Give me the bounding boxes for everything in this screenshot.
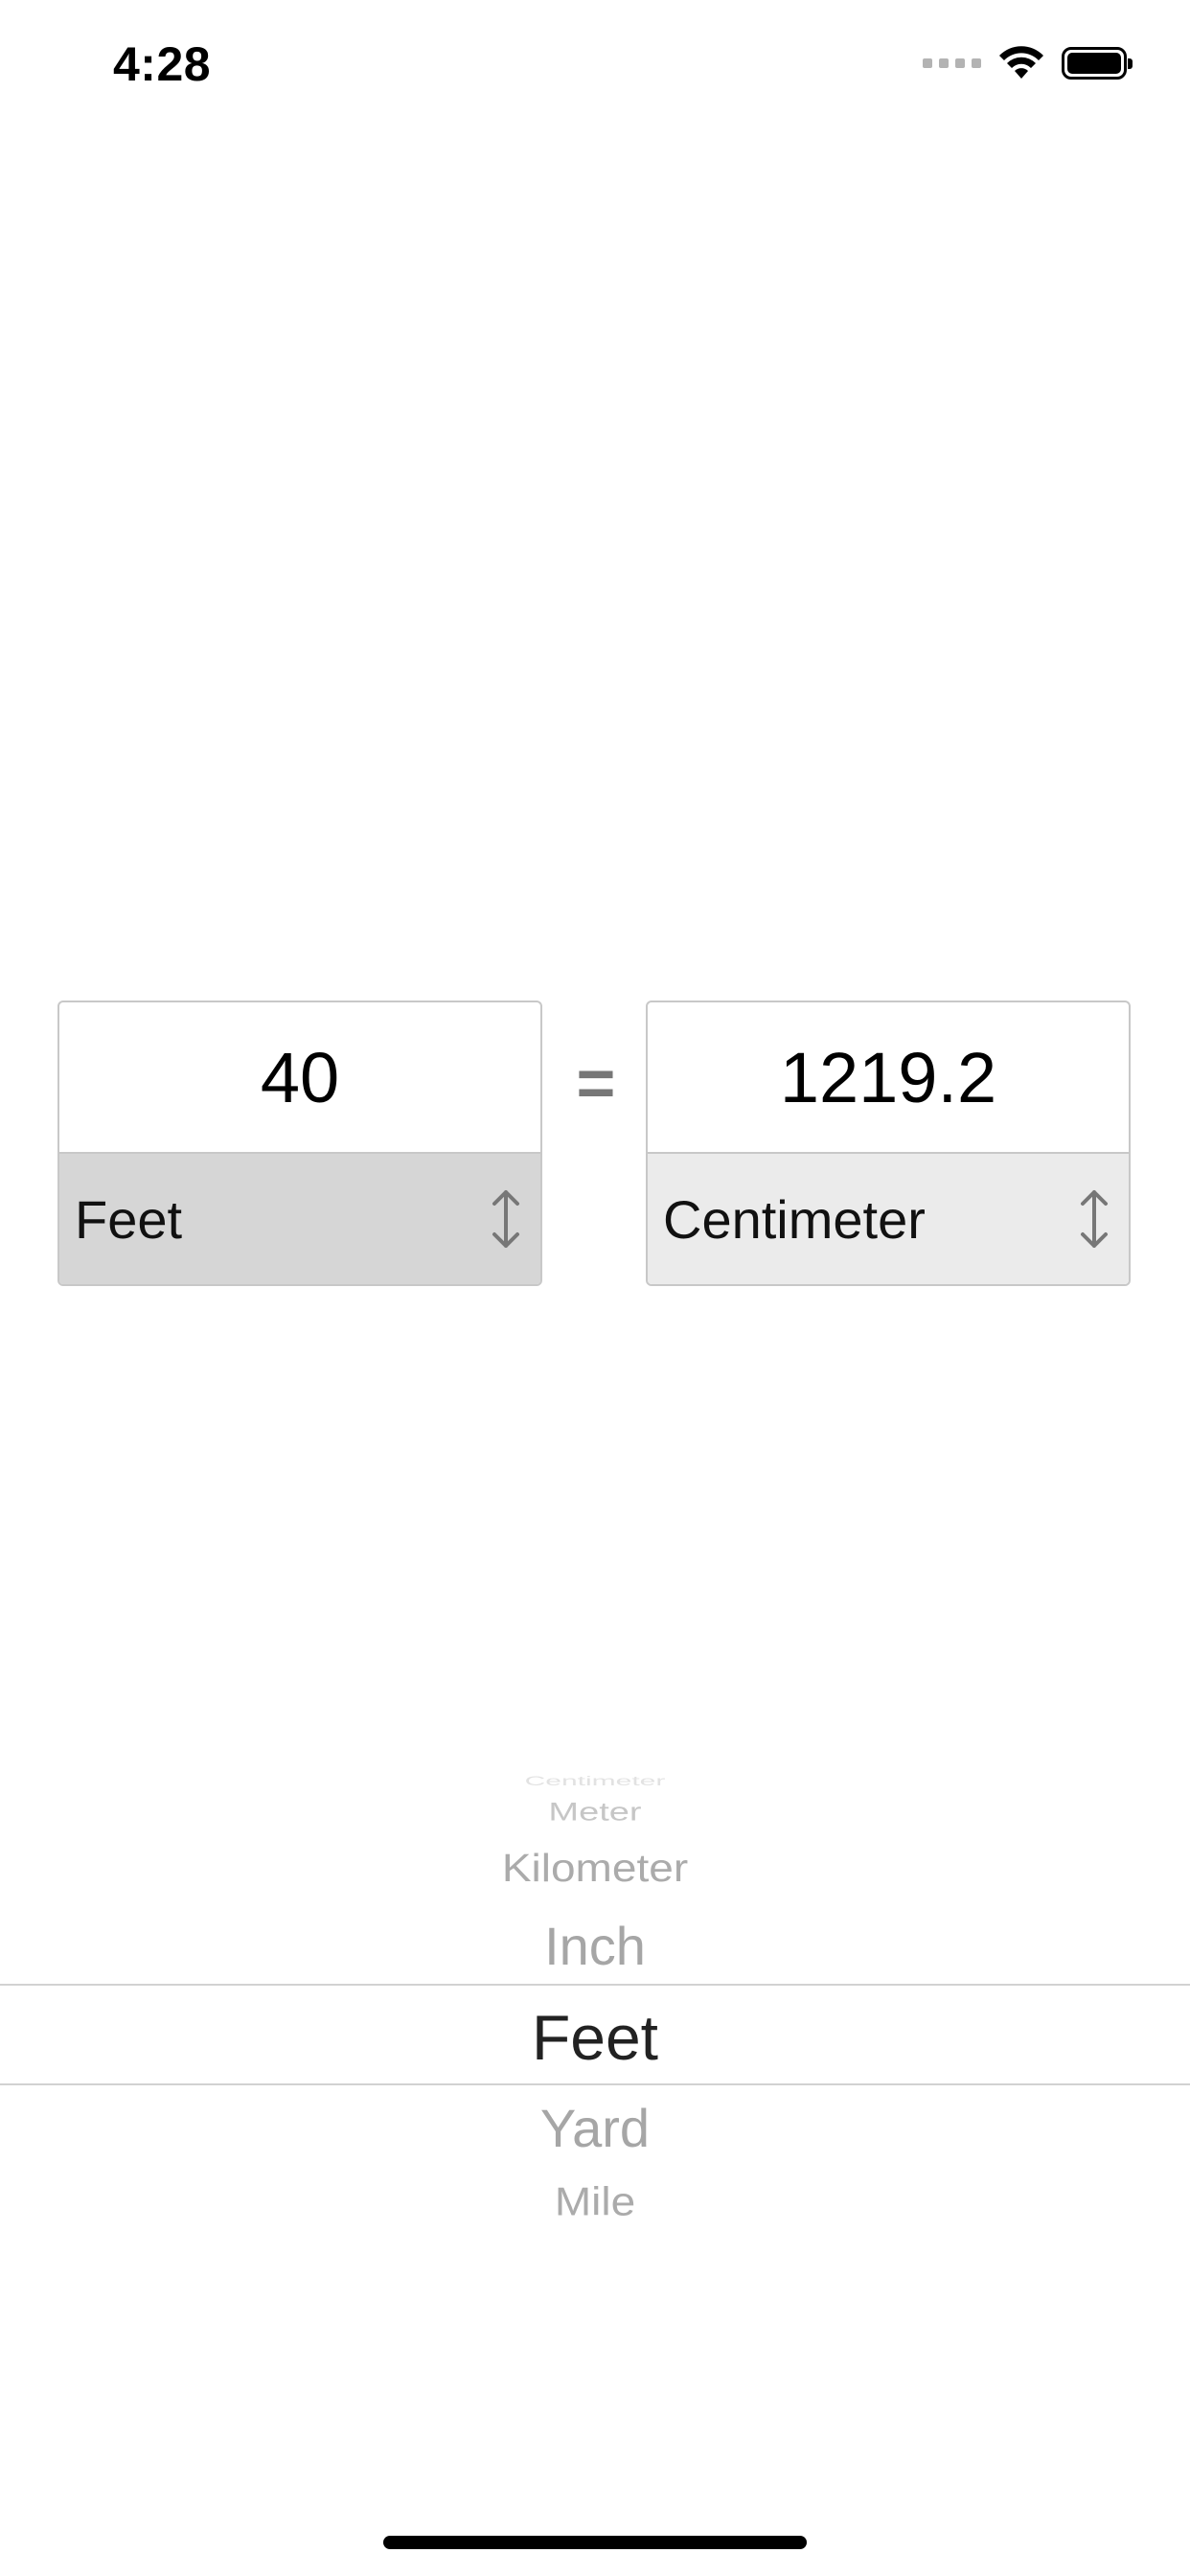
wifi-icon [999,46,1043,79]
picker-item-yard[interactable]: Yard [0,2097,1190,2159]
status-time: 4:28 [113,37,212,91]
home-indicator[interactable] [383,2536,807,2549]
unit-picker[interactable]: Centimeter Meter Kilometer Inch Feet Yar… [0,1754,1190,2252]
picker-item-mile[interactable]: Mile [0,2178,1190,2225]
status-icons [923,44,1133,82]
from-unit-label: Feet [75,1188,183,1250]
picker-item-kilometer[interactable]: Kilometer [0,1845,1190,1891]
from-unit-box: 40 Feet [57,1000,542,1286]
picker-item-centimeter[interactable]: Centimeter [0,1774,1190,1788]
equals-sign: = [576,1046,616,1120]
to-unit-box: 1219.2 Centimeter [646,1000,1131,1286]
picker-selection-line-top [0,1984,1190,1986]
to-value-input[interactable]: 1219.2 [648,1002,1129,1154]
cellular-signal-icon [923,58,981,68]
picker-item-meter[interactable]: Meter [0,1798,1190,1827]
picker-item-inch[interactable]: Inch [0,1915,1190,1977]
from-value-input[interactable]: 40 [59,1002,540,1154]
battery-icon [1062,47,1133,80]
up-down-arrows-icon [1081,1190,1108,1248]
screen: 4:28 40 Feet = 1219.2 Centimeter Centime… [0,0,1190,2576]
to-unit-label: Centimeter [663,1188,926,1250]
picker-item-feet-selected[interactable]: Feet [0,2001,1190,2074]
to-unit-select[interactable]: Centimeter [648,1154,1129,1284]
picker-selection-line-bottom [0,2083,1190,2085]
from-unit-select[interactable]: Feet [59,1154,540,1284]
up-down-arrows-icon [492,1190,519,1248]
